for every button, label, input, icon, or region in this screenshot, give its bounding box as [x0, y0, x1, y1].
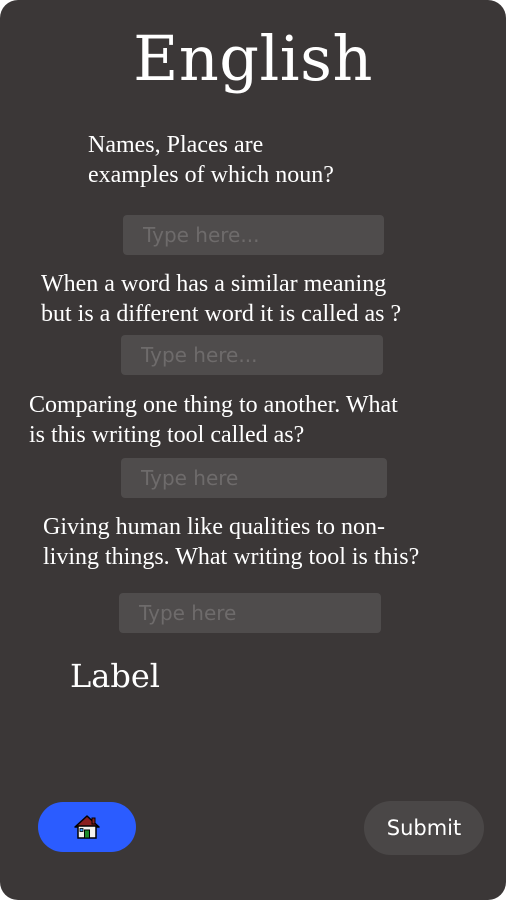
question-1-line-1: Names, Places are — [88, 132, 264, 158]
question-4-line-2: living things. What writing tool is this… — [43, 544, 420, 570]
answer-2-input[interactable] — [121, 335, 383, 375]
answer-3-input[interactable] — [121, 458, 387, 498]
answer-4-input[interactable] — [119, 593, 381, 633]
question-2: When a word has a similar meaning but is… — [41, 269, 401, 329]
answer-1-input[interactable] — [123, 215, 384, 255]
result-label: Label — [70, 657, 160, 695]
question-1-line-2: examples of which noun? — [88, 162, 334, 188]
house-icon — [74, 815, 100, 839]
question-1: Names, Places are examples of which noun… — [88, 130, 334, 190]
home-button[interactable] — [38, 802, 136, 852]
question-4-line-1: Giving human like qualities to non- — [43, 514, 385, 540]
question-3-line-2: is this writing tool called as? — [29, 422, 305, 448]
quiz-screen: English Names, Places are examples of wh… — [0, 0, 506, 900]
submit-button[interactable]: Submit — [364, 801, 484, 855]
question-3: Comparing one thing to another. What is … — [29, 390, 398, 450]
page-title: English — [133, 22, 373, 95]
question-4: Giving human like qualities to non- livi… — [43, 512, 419, 572]
question-3-line-1: Comparing one thing to another. What — [29, 392, 398, 418]
question-2-line-2: but is a different word it is called as … — [41, 301, 402, 327]
question-2-line-1: When a word has a similar meaning — [41, 271, 387, 297]
